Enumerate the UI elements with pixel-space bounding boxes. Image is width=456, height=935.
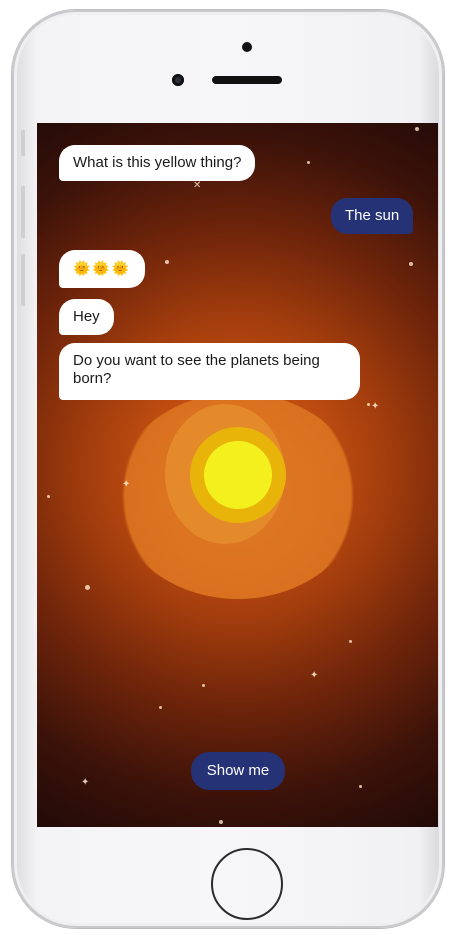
sparkle-icon: ✕ [193, 180, 202, 191]
chat-screen: ✕ ✦ ✦ ✦ ✦ What is this yellow thing? The… [37, 123, 438, 827]
star [165, 260, 169, 264]
home-button[interactable] [211, 848, 283, 920]
sun-core [204, 441, 272, 509]
earpiece-speaker [212, 76, 282, 84]
front-camera-icon [172, 74, 184, 86]
volume-down-button [21, 254, 25, 306]
star [159, 706, 162, 709]
bot-message-emoji: 🌞🌞🌞 [59, 250, 146, 288]
proximity-sensor [242, 42, 252, 52]
show-me-button[interactable]: Show me [191, 752, 285, 790]
user-message: The sun [331, 198, 414, 234]
star [47, 495, 50, 498]
star [307, 161, 310, 164]
mute-switch [21, 130, 25, 156]
star [349, 640, 352, 643]
star [359, 785, 362, 788]
star [415, 127, 419, 131]
bot-message: Do you want to see the planets being bor… [59, 343, 360, 400]
sparkle-icon: ✦ [122, 479, 131, 490]
bot-message: Hey [59, 299, 114, 335]
sparkle-icon: ✦ [371, 401, 380, 412]
star [219, 820, 223, 824]
star [202, 684, 205, 687]
star [409, 262, 413, 266]
star [85, 585, 90, 590]
star [367, 403, 370, 406]
volume-up-button [21, 186, 25, 238]
bot-message: What is this yellow thing? [59, 145, 256, 181]
sparkle-icon: ✦ [310, 670, 319, 681]
sparkle-icon: ✦ [81, 777, 90, 788]
